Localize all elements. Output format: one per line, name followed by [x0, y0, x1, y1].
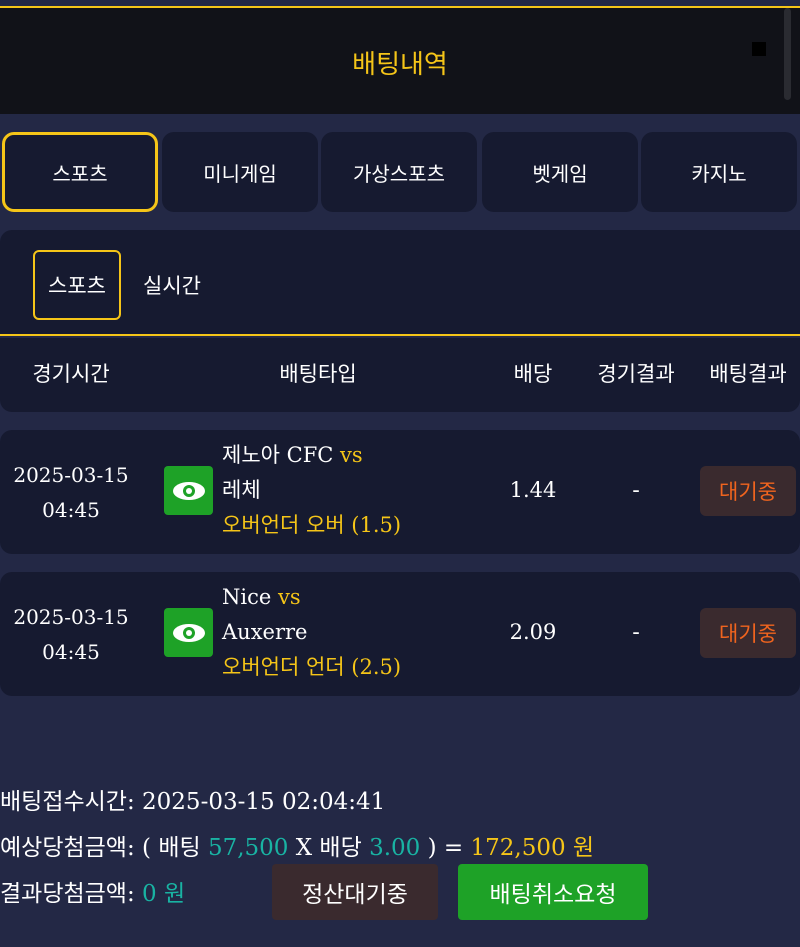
result-amount: 0 원	[142, 881, 186, 907]
header-game-result: 경기결과	[597, 362, 675, 386]
sub-tab-panel: 스포츠 실시간	[0, 230, 800, 336]
total-odds: 3.00	[369, 835, 421, 861]
result-label: 결과당첨금액:	[0, 881, 135, 907]
game-date: 2025-03-15	[13, 605, 129, 629]
settle-pending-button[interactable]: 정산대기중	[272, 864, 438, 920]
bet-result-badge: 대기중	[700, 466, 796, 516]
header-bet-type: 배팅타입	[279, 362, 357, 386]
close-icon[interactable]	[752, 42, 766, 56]
bet-detail: Nice vs Auxerre 오버언더 언더 (2.5)	[222, 580, 401, 685]
odds-value: 1.44	[509, 478, 557, 502]
tab-virtual-sports[interactable]: 가상스포츠	[321, 132, 477, 212]
bet-amount: 57,500	[207, 835, 289, 861]
page-title: 배팅내역	[352, 50, 448, 80]
eye-icon[interactable]	[164, 466, 213, 515]
game-result: -	[632, 620, 640, 644]
scrollbar[interactable]	[784, 8, 791, 100]
home-team: Nice	[222, 585, 272, 609]
game-time: 2025-03-15 04:45	[0, 458, 142, 528]
away-team: Auxerre	[222, 620, 308, 644]
bet-detail: 제노아 CFC vs 레체 오버언더 오버 (1.5)	[222, 438, 401, 543]
expected-line: 예상당첨금액: ( 배팅 57,500 X 배당 3.00 ) = 172,50…	[0, 828, 594, 862]
table-row: 2025-03-15 04:45 Nice vs Auxerre 오버언더 언더…	[0, 572, 800, 696]
bet-result-badge: 대기중	[700, 608, 796, 658]
game-clock: 04:45	[42, 498, 100, 522]
eye-icon[interactable]	[164, 608, 213, 657]
game-date: 2025-03-15	[13, 463, 129, 487]
odds-value: 2.09	[509, 620, 557, 644]
close-paren: ) =	[427, 835, 464, 861]
result-line: 결과당첨금액: 0 원	[0, 874, 185, 908]
divider	[0, 334, 800, 336]
vs-label: vs	[277, 585, 301, 609]
vs-label: vs	[340, 443, 363, 467]
header-game-time: 경기시간	[32, 362, 110, 386]
cancel-bet-button[interactable]: 배팅취소요청	[458, 864, 648, 920]
home-team: 제노아 CFC	[222, 443, 334, 467]
open-paren: ( 배팅	[142, 835, 201, 861]
expected-amount: 172,500 원	[470, 835, 595, 861]
bet-type: 오버언더 오버 (1.5)	[222, 513, 402, 537]
tab-sports[interactable]: 스포츠	[2, 132, 158, 212]
times-label: X 배당	[295, 835, 362, 861]
game-result: -	[632, 478, 640, 502]
header-odds: 배당	[513, 362, 553, 386]
game-time: 2025-03-15 04:45	[0, 600, 142, 670]
receipt-line: 배팅접수시간: 2025-03-15 02:04:41	[0, 782, 385, 816]
subtab-live[interactable]: 실시간	[132, 250, 212, 320]
tab-minigame[interactable]: 미니게임	[162, 132, 318, 212]
table-row: 2025-03-15 04:45 제노아 CFC vs 레체 오버언더 오버 (…	[0, 430, 800, 554]
modal-header: 배팅내역	[0, 8, 800, 114]
table-header: 경기시간 배팅타입 배당 경기결과 배팅결과	[0, 338, 800, 412]
category-tabs: 스포츠 미니게임 가상스포츠 벳게임 카지노	[0, 132, 800, 212]
header-bet-result: 배팅결과	[709, 362, 787, 386]
bet-type: 오버언더 언더 (2.5)	[222, 655, 402, 679]
receipt-label: 배팅접수시간:	[0, 789, 135, 815]
game-clock: 04:45	[42, 640, 100, 664]
away-team: 레체	[222, 478, 261, 502]
tab-betgame[interactable]: 벳게임	[482, 132, 638, 212]
subtab-sports[interactable]: 스포츠	[33, 250, 121, 320]
receipt-time: 2025-03-15 02:04:41	[142, 789, 386, 815]
tab-casino[interactable]: 카지노	[641, 132, 797, 212]
expected-label: 예상당첨금액:	[0, 835, 135, 861]
